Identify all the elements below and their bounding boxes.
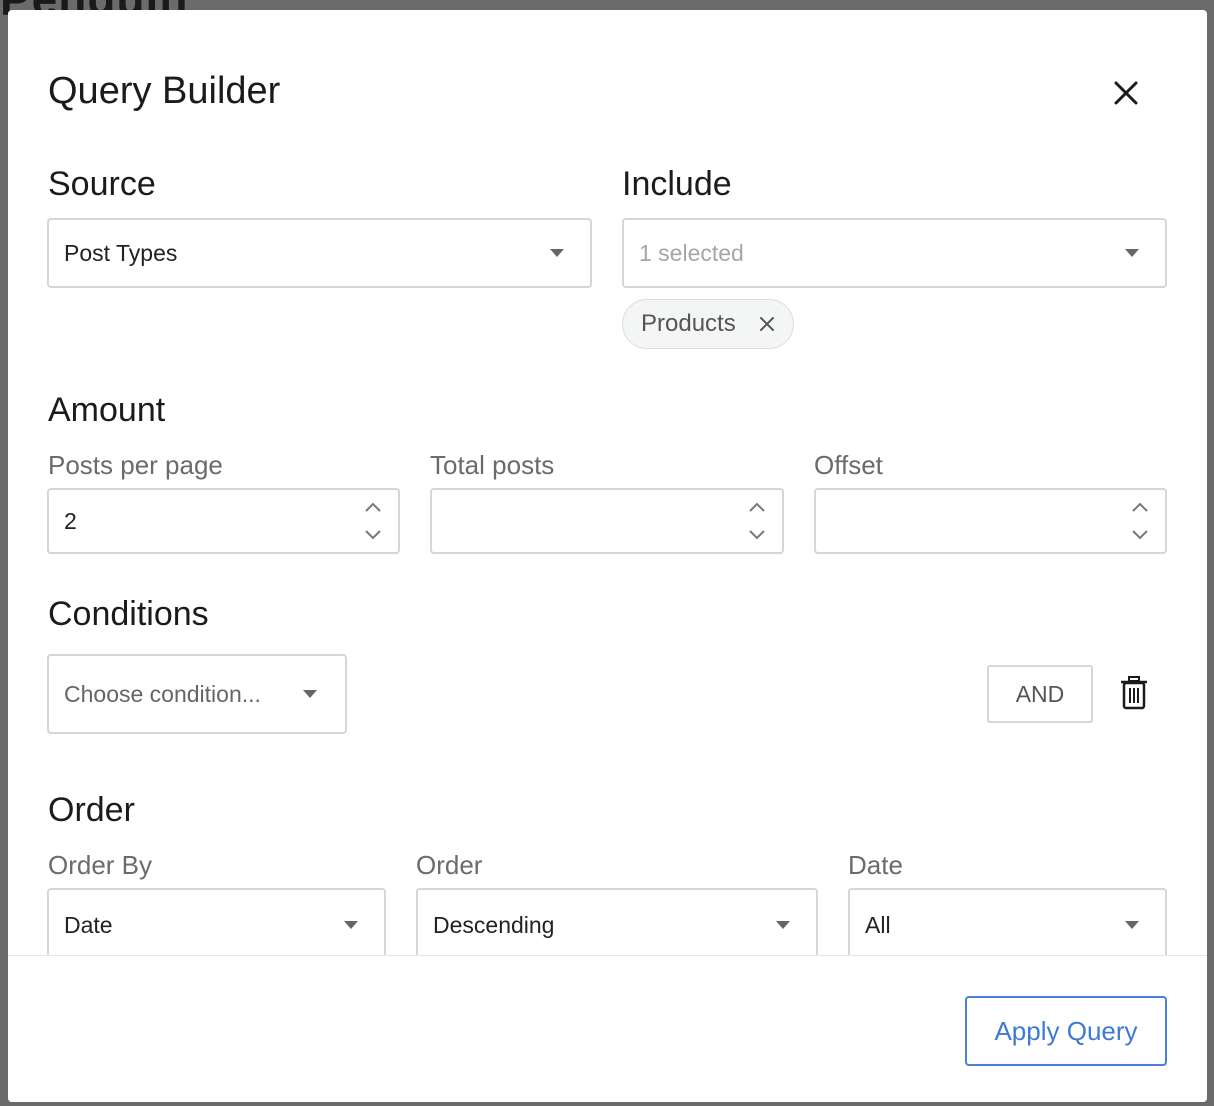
query-builder-modal: Query Builder Source Post Types Include … — [8, 10, 1207, 1102]
chip-label: Products — [641, 310, 736, 337]
source-select-value: Post Types — [64, 239, 178, 266]
chevron-down-icon — [303, 690, 317, 698]
date-select[interactable]: All — [848, 888, 1167, 962]
chevron-down-icon — [1125, 921, 1139, 929]
apply-query-button[interactable]: Apply Query — [965, 996, 1167, 1066]
offset-input[interactable] — [814, 488, 1167, 554]
posts-per-page-label: Posts per page — [48, 450, 223, 480]
number-spinner-icon[interactable] — [364, 500, 382, 542]
chevron-down-icon — [344, 921, 358, 929]
trash-icon[interactable] — [1119, 676, 1149, 710]
close-icon[interactable] — [1108, 75, 1144, 111]
chevron-down-icon — [550, 249, 564, 257]
include-select[interactable]: 1 selected — [622, 218, 1167, 288]
order-value: Descending — [433, 911, 555, 938]
number-spinner-icon[interactable] — [1131, 500, 1149, 542]
include-heading: Include — [622, 165, 732, 203]
number-spinner-icon[interactable] — [748, 500, 766, 542]
source-heading: Source — [48, 165, 156, 203]
posts-per-page-input[interactable]: 2 — [47, 488, 400, 554]
amount-heading: Amount — [48, 391, 166, 429]
order-by-value: Date — [64, 911, 113, 938]
date-label: Date — [848, 850, 903, 880]
and-button[interactable]: AND — [987, 665, 1093, 723]
chevron-down-icon — [776, 921, 790, 929]
modal-title: Query Builder — [48, 70, 281, 112]
total-posts-input[interactable] — [430, 488, 784, 554]
condition-select-placeholder: Choose condition... — [64, 680, 261, 707]
offset-label: Offset — [814, 450, 883, 480]
order-by-select[interactable]: Date — [47, 888, 386, 962]
conditions-heading: Conditions — [48, 595, 209, 633]
include-chip-products: Products — [622, 299, 794, 349]
total-posts-label: Total posts — [430, 450, 555, 480]
source-select[interactable]: Post Types — [47, 218, 592, 288]
posts-per-page-value: 2 — [64, 507, 77, 534]
include-select-placeholder: 1 selected — [639, 239, 744, 266]
order-label: Order — [416, 850, 483, 880]
order-heading: Order — [48, 791, 135, 829]
remove-chip-icon[interactable] — [757, 314, 777, 334]
chevron-down-icon — [1125, 249, 1139, 257]
order-by-label: Order By — [48, 850, 153, 880]
order-select[interactable]: Descending — [416, 888, 818, 962]
condition-select[interactable]: Choose condition... — [47, 654, 347, 734]
date-value: All — [865, 911, 891, 938]
